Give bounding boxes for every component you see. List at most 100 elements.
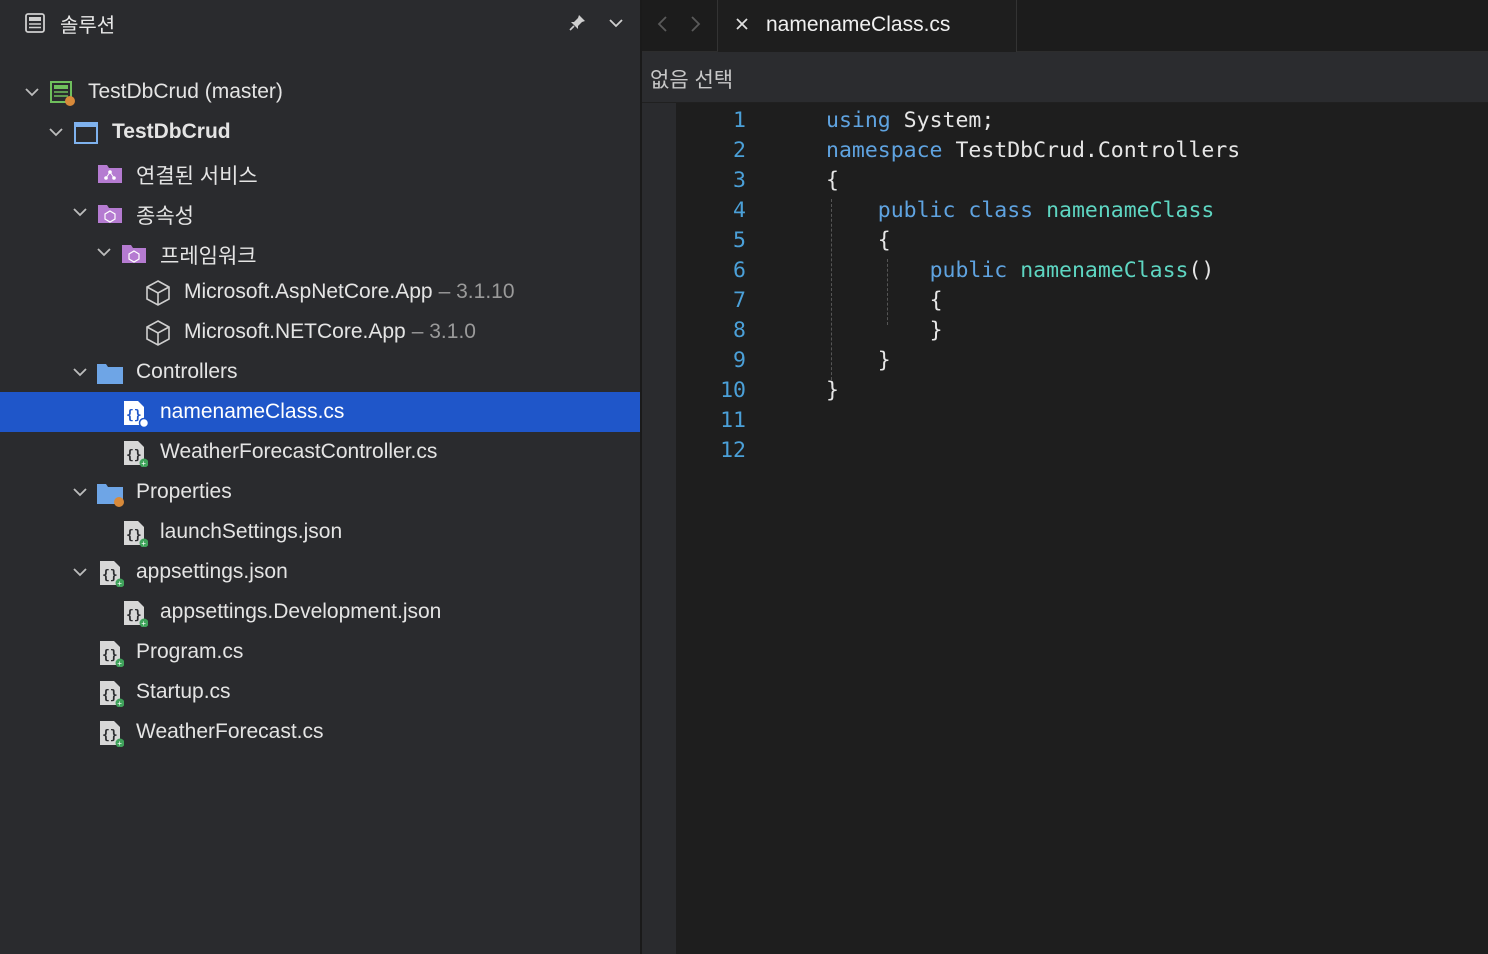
solution-icon [50,81,75,106]
tree-label: namenameClass.cs [160,400,345,423]
close-icon[interactable] [734,16,750,32]
keyword: public class [877,198,1034,223]
svg-text:+: + [141,459,146,467]
tree-label: TestDbCrud (master) [88,80,283,103]
json-file-icon: {} + [100,561,124,587]
chevron-down-icon[interactable] [96,244,112,260]
chevron-down-icon[interactable] [72,204,88,220]
svg-text:+: + [117,699,122,707]
code-editor[interactable]: 1 2 3 4 5 6 7 8 9 10 11 12 using System;… [676,103,1488,954]
line-number: 10 [720,378,746,403]
chevron-down-icon[interactable] [48,124,64,140]
json-file-icon: {} + [124,601,148,627]
tree-row-weatherforecast[interactable]: {} + WeatherForecast.cs [0,712,640,752]
tree-label: Program.cs [136,640,244,663]
code-text: } [826,378,839,403]
solution-pad: 솔루션 TestDbCrud (master) TestDbCrud 연결된 서… [0,0,640,954]
tree-row-namenameclass[interactable]: {} namenameClass.cs [0,392,640,432]
package-version: – 3.1.10 [438,280,515,303]
code-text: () [1188,258,1215,283]
package-name: Microsoft.NETCore.App [184,320,406,343]
tree-label: Properties [136,480,232,503]
code-line: { [826,228,891,253]
csharp-file-icon: {} [124,401,148,427]
tree-row-frameworks[interactable]: 프레임워크 [0,232,640,272]
line-number: 11 [720,408,746,433]
svg-text:+: + [117,739,122,747]
chevron-down-icon[interactable] [72,364,88,380]
tree-label: TestDbCrud [112,120,231,143]
tree-row-solution[interactable]: TestDbCrud (master) [0,72,640,112]
package-version: – 3.1.0 [411,320,476,343]
code-text: } [929,318,943,343]
tree-label: Controllers [136,360,238,383]
tree-row-program[interactable]: {} + Program.cs [0,632,640,672]
properties-folder-icon [97,484,124,507]
tree-label: launchSettings.json [160,520,343,543]
csharp-file-icon: {} + [100,641,124,667]
chevron-left-icon[interactable] [654,14,672,34]
editor-pane: namenameClass.cs 없음 선택 1 2 3 4 5 6 7 8 9… [642,0,1488,954]
keyword: public [929,258,1008,283]
breadcrumb[interactable]: 없음 선택 [650,64,733,94]
line-number: 2 [733,138,746,163]
tree-label: WeatherForecastController.cs [160,440,438,463]
tree-label: Startup.cs [136,680,231,703]
line-number: 3 [733,168,746,193]
code-text: { [929,288,943,313]
type-name: namenameClass [1020,258,1189,283]
project-icon [74,122,98,144]
tree-label: appsettings.Development.json [160,600,442,623]
folder-icon [97,364,123,384]
line-number: 8 [733,318,746,343]
tree-label: Microsoft.NETCore.App – 3.1.0 [184,320,476,344]
line-number: 6 [733,258,746,283]
code-line: public namenameClass() [826,258,1215,283]
tree-label: 종속성 [136,205,194,228]
tree-row-launchsettings[interactable]: {} + launchSettings.json [0,512,640,552]
tree-row-weatherforecastcontroller[interactable]: {} + WeatherForecastController.cs [0,432,640,472]
svg-text:+: + [117,579,122,587]
tree-row-package-aspnetcore[interactable]: Microsoft.AspNetCore.App – 3.1.10 [0,272,640,312]
dependencies-folder-icon [98,205,122,223]
line-number: 1 [733,108,746,133]
chevron-down-icon[interactable] [605,12,627,34]
tree-row-dependencies[interactable]: 종속성 [0,192,640,232]
solution-pad-icon [25,13,45,33]
pin-icon[interactable] [566,12,588,34]
editor-margin [642,103,676,954]
line-number: 4 [733,198,746,223]
svg-text:{}: {} [102,688,118,703]
chevron-down-icon[interactable] [72,484,88,500]
tree-row-controllers[interactable]: Controllers [0,352,640,392]
tree-row-appsettings[interactable]: {} + appsettings.json [0,552,640,592]
tab-namenameclass[interactable]: namenameClass.cs [718,0,1017,52]
code-text: { [826,168,839,193]
tree-row-properties[interactable]: Properties [0,472,640,512]
svg-text:{}: {} [102,648,118,663]
chevron-down-icon[interactable] [24,84,40,100]
line-number: 7 [733,288,746,313]
svg-text:{}: {} [126,608,142,623]
type-name: namenameClass [1046,198,1215,223]
code-line: public class namenameClass [826,198,1215,223]
svg-text:+: + [141,619,146,627]
tree-row-project[interactable]: TestDbCrud [0,112,640,152]
code-line: } [826,348,891,373]
tree-row-connected-services[interactable]: 연결된 서비스 [0,152,640,192]
tree-row-package-netcore[interactable]: Microsoft.NETCore.App – 3.1.0 [0,312,640,352]
chevron-right-icon[interactable] [686,14,704,34]
code-line: namespace TestDbCrud.Controllers [826,138,1240,163]
code-text: { [877,228,891,253]
chevron-down-icon[interactable] [72,564,88,580]
tree-row-appsettings-development[interactable]: {} + appsettings.Development.json [0,592,640,632]
solution-pad-header: 솔루션 [0,0,640,50]
code-text: System; [890,108,995,133]
tree-row-startup[interactable]: {} + Startup.cs [0,672,640,712]
tree-label: appsettings.json [136,560,288,583]
svg-text:{}: {} [102,568,118,583]
keyword: namespace [826,138,943,163]
